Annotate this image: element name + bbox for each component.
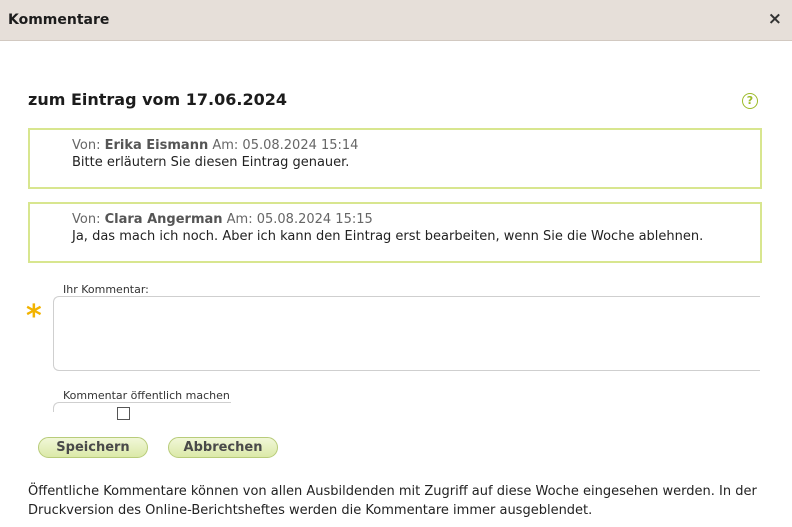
- close-icon[interactable]: ×: [768, 9, 782, 29]
- comment-author: Clara Angerman: [104, 212, 223, 227]
- public-field-frame: [53, 402, 231, 412]
- comment-date-label: Am:: [212, 138, 239, 153]
- entry-heading: zum Eintrag vom 17.06.2024: [28, 90, 287, 109]
- comment-field-label: Ihr Kommentar:: [63, 283, 149, 296]
- comment-datetime: 05.08.2024 15:15: [256, 212, 373, 227]
- comment-item: Von: Erika Eismann Am: 05.08.2024 15:14 …: [28, 128, 762, 189]
- help-icon[interactable]: ?: [742, 93, 758, 109]
- visibility-note: Öffentliche Kommentare können von allen …: [28, 484, 757, 518]
- comment-author: Erika Eismann: [104, 138, 209, 153]
- comment-datetime: 05.08.2024 15:14: [242, 138, 359, 153]
- required-star-icon: *: [26, 299, 42, 334]
- comment-date-label: Am:: [226, 212, 253, 227]
- comment-input[interactable]: [53, 296, 760, 371]
- public-checkbox-label: Kommentar öffentlich machen: [63, 389, 230, 402]
- dialog-title: Kommentare: [8, 12, 110, 28]
- save-button[interactable]: Speichern: [38, 437, 148, 458]
- dialog-titlebar: Kommentare ×: [0, 0, 792, 41]
- comment-meta: Von: Erika Eismann Am: 05.08.2024 15:14: [72, 138, 358, 153]
- cancel-button[interactable]: Abbrechen: [168, 437, 278, 458]
- comment-from-label: Von:: [72, 212, 101, 227]
- public-checkbox[interactable]: [117, 407, 130, 420]
- comment-item: Von: Clara Angerman Am: 05.08.2024 15:15…: [28, 202, 762, 263]
- comment-text: Ja, das mach ich noch. Aber ich kann den…: [72, 229, 704, 244]
- comment-text: Bitte erläutern Sie diesen Eintrag genau…: [72, 155, 350, 170]
- comment-from-label: Von:: [72, 138, 101, 153]
- comment-meta: Von: Clara Angerman Am: 05.08.2024 15:15: [72, 212, 373, 227]
